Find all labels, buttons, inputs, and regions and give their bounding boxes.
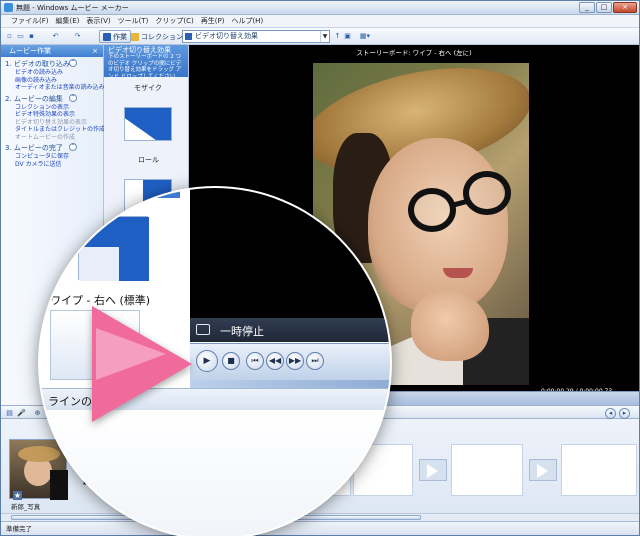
clip-caption: 新郎_写真: [11, 503, 41, 511]
transition-label-roll: ロール: [138, 156, 159, 164]
playback-status-bar: 一時停止: [190, 318, 390, 342]
task-section-title[interactable]: 3. ムービーの完了 ⌃: [5, 143, 103, 153]
location-value: ビデオ切り替え効果: [195, 32, 258, 40]
transition-slot[interactable]: [419, 459, 447, 481]
save-icon[interactable]: ▪: [27, 32, 36, 41]
play-button[interactable]: ▶: [196, 350, 218, 372]
storyboard-slot[interactable]: [561, 444, 637, 496]
next-frame-button[interactable]: ⏭: [306, 352, 324, 370]
menu-play[interactable]: 再生(P): [201, 15, 225, 27]
narrate-icon[interactable]: 🎤: [17, 409, 26, 418]
transitions-pane-header: ビデオ切り替え効果 下のストーリーボードの 2 つのビデオ クリップの間にビデオ…: [104, 45, 188, 80]
task-make-titles[interactable]: タイトルまたはクレジットの作成: [5, 126, 105, 134]
monitor-title: ストーリーボード: ワイプ - 右へ (左に): [189, 45, 639, 61]
menu-help[interactable]: ヘルプ(H): [231, 15, 263, 27]
close-icon[interactable]: ×: [92, 45, 98, 57]
task-section-title[interactable]: 1. ビデオの取り込み ⌃: [5, 59, 103, 69]
movie-maker-icon: [4, 3, 13, 12]
previous-frame-button[interactable]: ⏮: [246, 352, 264, 370]
location-dropdown[interactable]: ビデオ切り替え効果 ▼: [182, 30, 330, 43]
rewind-button[interactable]: ◀◀: [266, 352, 284, 370]
window-title: 無題 - Windows ムービー メーカー: [16, 4, 129, 12]
undo-icon[interactable]: ↶: [51, 32, 60, 41]
tasks-pane-title: ムービー作業: [9, 47, 51, 55]
redo-icon[interactable]: ↷: [73, 32, 82, 41]
task-section-title[interactable]: 2. ムービーの編集 ⌃: [5, 93, 103, 104]
up-folder-icon[interactable]: ↑: [333, 32, 342, 41]
menu-tools[interactable]: ツール(T): [118, 15, 149, 27]
menu-edit[interactable]: 編集(E): [56, 15, 80, 27]
transitions-description: 下のストーリーボードの 2 つのビデオ クリップの間にビデオ切り替え効果をドラッ…: [108, 54, 182, 80]
storyboard-icon[interactable]: ▤: [5, 409, 14, 418]
menu-view[interactable]: 表示(V): [86, 15, 110, 27]
new-icon[interactable]: ▫: [5, 32, 14, 41]
wipe-transition-thumb[interactable]: [78, 216, 149, 281]
collections-button[interactable]: コレクション: [127, 30, 187, 43]
collapse-icon[interactable]: ⌃: [69, 93, 77, 102]
transition-slot[interactable]: [529, 459, 557, 481]
screen-icon: [196, 324, 210, 335]
magnified-monitor: [190, 188, 390, 338]
transition-label-mosaic: モザイク: [134, 84, 162, 92]
rewind-storyboard-button[interactable]: ◂: [605, 408, 616, 419]
task-view-effects[interactable]: ビデオ特殊効果の表示: [5, 111, 103, 119]
transition-icon: [185, 33, 192, 40]
wipe-graphic: [125, 108, 171, 140]
collapse-icon[interactable]: ⌃: [69, 143, 77, 151]
task-view-collections[interactable]: コレクションの表示: [5, 104, 103, 112]
playback-controls: ▶ ■ ⏮ ◀◀ ▶▶ ⏭: [190, 343, 390, 381]
task-section-finish: 3. ムービーの完了 ⌃ コンピュータに保存 DV カメラに送信: [1, 141, 103, 168]
tasks-pane-header: ムービー作業 ×: [1, 45, 103, 57]
maximize-button[interactable]: □: [596, 2, 612, 13]
toolbar: ▫ ▭ ▪ ↶ ↷ 作業 コレクション ビデオ切り替え効果 ▼ ↑ ▣ ▦▾: [1, 28, 639, 45]
view-options-icon[interactable]: ▦▾: [358, 32, 372, 41]
tasks-label: 作業: [113, 32, 127, 41]
window-controls: _ □ ×: [579, 2, 637, 13]
task-import-video[interactable]: ビデオの読み込み: [5, 69, 103, 77]
storyboard-slot[interactable]: [451, 444, 523, 496]
folder-icon: [131, 32, 139, 41]
menu-file[interactable]: ファイル(F): [11, 15, 49, 27]
task-automovie[interactable]: オートムービーの作成: [5, 134, 103, 142]
collections-label: コレクション: [141, 32, 183, 41]
transition-thumb-mosaic[interactable]: [124, 107, 172, 141]
minimize-button[interactable]: _: [579, 2, 595, 13]
stop-button[interactable]: ■: [222, 352, 240, 370]
task-send-to-dv[interactable]: DV カメラに送信: [5, 161, 103, 169]
task-view-transitions[interactable]: ビデオ切り替え効果の表示: [5, 119, 103, 127]
task-save-to-computer[interactable]: コンピュータに保存: [5, 153, 103, 161]
close-button[interactable]: ×: [613, 2, 637, 13]
menu-clip[interactable]: クリップ(C): [155, 15, 193, 27]
task-section-edit: 2. ムービーの編集 ⌃ コレクションの表示 ビデオ特殊効果の表示 ビデオ切り替…: [1, 92, 105, 142]
open-icon[interactable]: ▭: [16, 32, 25, 41]
tasks-icon: [103, 32, 111, 41]
magnifier-overlay: ワイプ - 右へ (標準) 一時停止 ▶ ■ ⏮ ◀◀ ▶▶ ⏭ ラインの表示: [40, 188, 390, 536]
collapse-icon[interactable]: ⌃: [69, 59, 77, 67]
play-storyboard-button[interactable]: ▸: [619, 408, 630, 419]
playback-status: 一時停止: [220, 325, 264, 338]
new-folder-icon[interactable]: ▣: [343, 32, 352, 41]
task-import-pictures[interactable]: 画像の読み込み: [5, 77, 103, 85]
task-import-audio[interactable]: オーディオまたは音楽の読み込み: [5, 84, 105, 92]
task-section-capture: 1. ビデオの取り込み ⌃ ビデオの読み込み 画像の読み込み オーディオまたは音…: [1, 57, 105, 92]
star-icon: ★: [13, 491, 22, 500]
chevron-down-icon[interactable]: ▼: [320, 31, 329, 42]
transitions-title: ビデオ切り替え効果: [108, 46, 171, 54]
menu-bar: ファイル(F) 編集(E) 表示(V) ツール(T) クリップ(C) 再生(P)…: [1, 15, 639, 28]
forward-button[interactable]: ▶▶: [286, 352, 304, 370]
title-bar[interactable]: 無題 - Windows ムービー メーカー _ □ ×: [1, 1, 639, 15]
